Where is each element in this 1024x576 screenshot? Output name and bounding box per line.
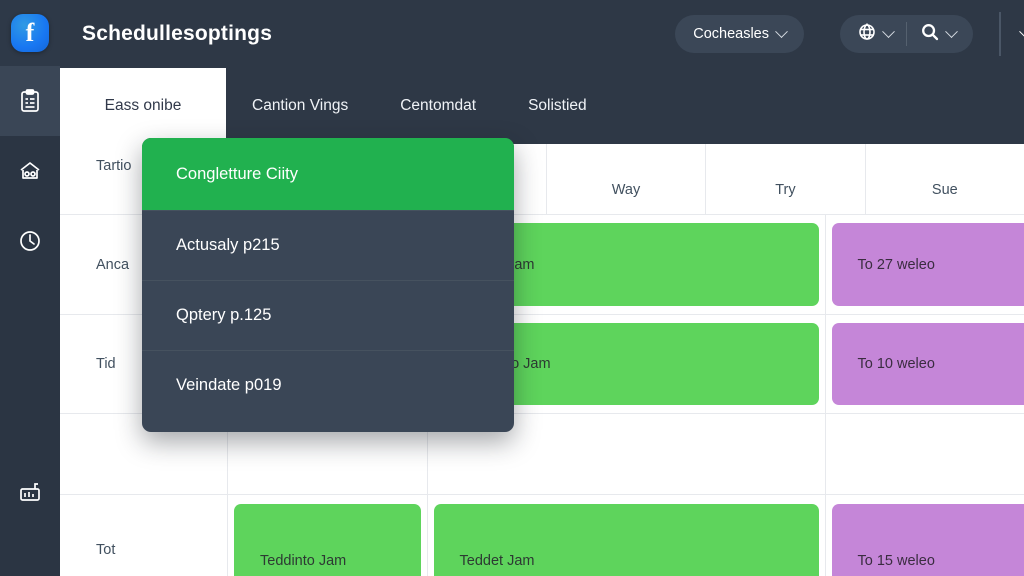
sidebar-item-clock[interactable] [0,206,60,276]
tab-eass-onibe[interactable]: Eass onibe [60,68,226,144]
account-pill-button[interactable]: Cocheasles [675,15,804,53]
schedule-bar-label: To 15 weleo [857,552,935,569]
search-button[interactable] [907,21,969,47]
chevron-down-icon [775,24,788,38]
grid-cell[interactable] [826,414,1024,494]
grid-cell[interactable]: To 15 weleo [826,495,1024,576]
sidebar-item-clipboard[interactable] [0,66,60,136]
column-header-sue[interactable]: Sue [866,144,1024,214]
dropdown-item-label: Qptery p.125 [176,306,272,324]
schedule-bar-label: Teddet Jam [459,552,535,569]
tab-cantion-vings[interactable]: Cantion Vings [226,68,374,144]
dropdown-item[interactable]: Veindate p019 [142,350,514,420]
dropdown-item-label: Congletture Ciity [176,164,298,183]
sidebar-item-analytics[interactable] [0,456,60,526]
column-header-label: Way [611,182,641,198]
logo-slot: f [0,0,60,66]
header-toolbar: Cocheasles [675,0,1024,68]
chevron-down-icon [882,24,895,38]
bar-chart-icon [18,480,42,502]
globe-icon [857,22,877,47]
chevron-down-icon[interactable] [1019,24,1024,38]
schedule-bar-label: Teddinto Jam [260,552,347,569]
toolbar-divider [999,12,1001,56]
dropdown-item[interactable]: Actusaly p215 [142,210,514,280]
column-header-label: Try [775,182,796,198]
grid-cell[interactable]: To 10 weleo [826,315,1024,413]
page-title: Schedullesoptings [82,22,273,45]
top-header: Schedullesoptings Cocheasles [60,0,1024,68]
sidebar-item-home[interactable] [0,136,60,206]
tab-bar: Eass onibe Cantion Vings Centomdat Solis… [60,68,1024,144]
tab-label: Centomdat [400,97,477,114]
facebook-logo[interactable]: f [11,14,49,52]
app-root: f Schedullesoptings Cocheasles Eass onib… [0,0,1024,576]
tab-label: Cantion Vings [252,97,349,114]
row-label: Tot [60,495,228,576]
clipboard-icon [19,89,41,113]
clock-icon [18,229,42,253]
dropdown-item-label: Veindate p019 [176,376,282,394]
column-header-try[interactable]: Try [706,144,866,214]
schedule-bar[interactable]: To 27 weleo [831,223,1024,306]
grid-cell[interactable]: To 27 weleo [826,215,1024,314]
dropdown-item-selected[interactable]: Congletture Ciity [142,138,514,210]
dropdown-item-label: Actusaly p215 [176,236,280,254]
tool-pill-group [840,15,973,53]
schedule-bar-label: To 27 weleo [857,256,935,273]
dropdown-item[interactable]: Qptery p.125 [142,280,514,350]
tab-label: Solistied [528,97,587,114]
facebook-logo-glyph: f [25,18,35,47]
schedule-bar-label: To 10 weleo [857,356,935,372]
schedule-bar[interactable]: Teddet Jam [433,504,819,576]
globe-button[interactable] [844,21,906,47]
schedule-bar[interactable]: To 10 weleo [831,323,1024,405]
grid-cell[interactable]: Teddinto Jam [228,495,428,576]
tab-centomdat[interactable]: Centomdat [374,68,502,144]
tab-solistied[interactable]: Solistied [502,68,613,144]
search-icon [920,22,940,47]
column-header-label: Sue [931,182,958,198]
account-pill-label: Cocheasles [693,26,769,42]
chevron-down-icon [945,24,958,38]
row-cells: Teddinto Jam Teddet Jam To 15 weleo [228,495,1024,576]
grid-cell[interactable]: Teddet Jam [428,495,826,576]
sidebar: f [0,0,60,576]
schedule-bar[interactable]: Teddinto Jam [234,504,421,576]
home-icon [18,160,42,182]
dropdown-menu: Congletture Ciity Actusaly p215 Qptery p… [142,138,514,432]
table-row: Tot Teddinto Jam Teddet Jam To 15 weleo [60,495,1024,576]
column-header-way[interactable]: Way [547,144,707,214]
tab-label: Eass onibe [104,97,182,114]
schedule-bar[interactable]: To 15 weleo [831,504,1024,576]
